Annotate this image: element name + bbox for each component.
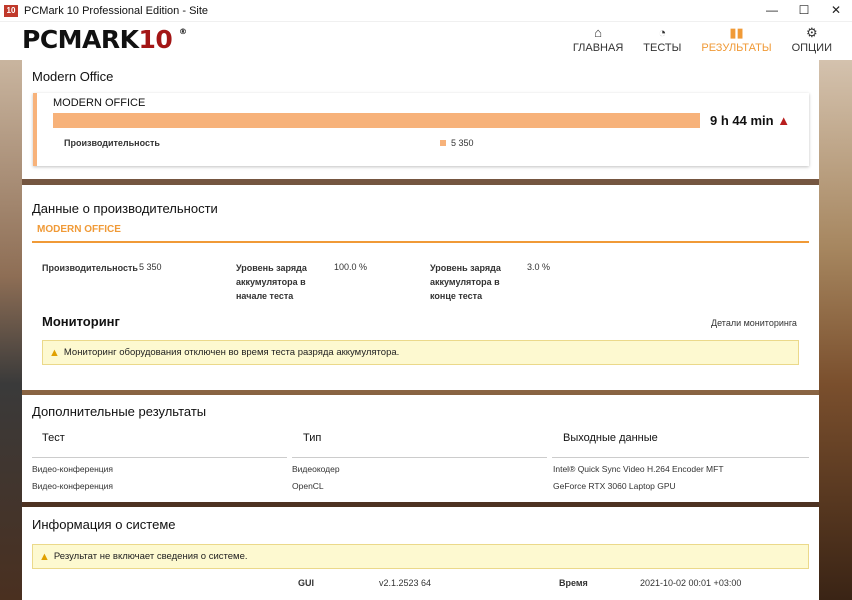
performance-label: Производительность xyxy=(64,138,160,148)
battery-start-value: 100.0 % xyxy=(334,262,368,272)
gui-value: v2.1.2523 64 xyxy=(379,578,432,588)
battery-start-label: Уровень заряда аккумулятора в начале тес… xyxy=(236,263,307,301)
gear-icon: ⚙ xyxy=(805,25,818,40)
app-icon: 10 xyxy=(4,4,18,17)
table-cell: OpenCL xyxy=(292,481,324,491)
nav-tests[interactable]: ◔ ТЕСТЫ xyxy=(643,24,681,54)
logo-number: 10 xyxy=(138,25,173,54)
nav-home[interactable]: ⌂ ГЛАВНАЯ xyxy=(573,24,623,54)
time-value: 2021-10-02 00:01 +03:00 xyxy=(640,578,742,588)
performance-data-panel: Данные о производительности MODERN OFFIC… xyxy=(22,185,819,390)
maximize-button[interactable]: ☐ xyxy=(788,0,820,22)
pcmark-logo: PCMARK10 ® xyxy=(22,25,187,54)
column-divider xyxy=(32,457,287,458)
battery-life-text: 9 h 44 min xyxy=(710,113,774,128)
monitoring-details-link[interactable]: Детали мониторинга xyxy=(711,318,797,328)
table-cell: Видеокодер xyxy=(292,464,340,474)
warning-icon: ▲ xyxy=(39,550,50,563)
gui-label: GUI xyxy=(298,578,315,588)
column-divider xyxy=(292,457,547,458)
column-divider xyxy=(552,457,809,458)
battery-life-bar xyxy=(53,113,700,128)
close-button[interactable]: ✕ xyxy=(820,0,852,22)
performance-data-title: Данные о производительности xyxy=(32,201,218,216)
nav-tests-label: ТЕСТЫ xyxy=(643,42,682,54)
system-info-warning: ▲ Результат не включает сведения о систе… xyxy=(32,544,809,569)
column-header-output: Выходные данные xyxy=(563,432,658,444)
nav-results-label: РЕЗУЛЬТАТЫ xyxy=(701,42,772,54)
minimize-button[interactable]: — xyxy=(756,0,788,22)
time-label: Время xyxy=(559,578,588,588)
monitoring-title: Мониторинг xyxy=(42,314,120,329)
warning-icon[interactable]: ▲ xyxy=(777,113,790,128)
tab-modern-office[interactable]: MODERN OFFICE xyxy=(37,224,121,235)
nav-results[interactable]: ▮▮ РЕЗУЛЬТАТЫ xyxy=(701,24,771,54)
nav-options-label: ОПЦИИ xyxy=(791,42,832,54)
home-icon: ⌂ xyxy=(594,25,602,40)
logo-registered: ® xyxy=(179,27,187,36)
window-controls: — ☐ ✕ xyxy=(756,0,852,22)
background-right-strip xyxy=(819,60,852,600)
window-titlebar: 10 PCMark 10 Professional Edition - Site… xyxy=(0,0,852,22)
table-cell: Intel® Quick Sync Video H.264 Encoder MF… xyxy=(553,464,724,474)
gauge-icon: ◔ xyxy=(658,25,667,40)
nav-options[interactable]: ⚙ ОПЦИИ xyxy=(792,24,832,54)
modern-office-panel: Modern Office MODERN OFFICE 9 h 44 min ▲… xyxy=(22,60,819,179)
legend-square xyxy=(440,140,446,146)
battery-end-label: Уровень заряда аккумулятора в конце тест… xyxy=(430,263,501,301)
monitoring-warning-text: Мониторинг оборудования отключен во врем… xyxy=(63,347,400,358)
additional-results-title: Дополнительные результаты xyxy=(32,404,207,419)
table-cell: Видео-конференция xyxy=(32,464,113,474)
modern-office-card: MODERN OFFICE 9 h 44 min ▲ Производитель… xyxy=(33,93,809,166)
system-info-title: Информация о системе xyxy=(32,517,176,532)
column-header-type: Тип xyxy=(303,432,322,444)
table-cell: Видео-конференция xyxy=(32,481,113,491)
background-left-strip xyxy=(0,60,22,600)
additional-results-panel: Дополнительные результаты Тест Тип Выход… xyxy=(22,395,819,502)
tab-underline xyxy=(32,241,809,243)
system-info-warning-text: Результат не включает сведения о системе… xyxy=(53,551,248,562)
perf-label: Производительность xyxy=(42,263,138,273)
column-header-test: Тест xyxy=(42,432,65,444)
window-title: PCMark 10 Professional Edition - Site xyxy=(24,4,209,17)
monitoring-warning: ▲ Мониторинг оборудования отключен во вр… xyxy=(42,340,799,365)
warning-icon: ▲ xyxy=(49,346,60,359)
perf-value: 5 350 xyxy=(139,262,162,272)
main-nav: ⌂ ГЛАВНАЯ ◔ ТЕСТЫ ▮▮ РЕЗУЛЬТАТЫ ⚙ ОПЦИИ xyxy=(553,24,832,54)
bar-chart-icon: ▮▮ xyxy=(729,25,744,40)
modern-office-title: Modern Office xyxy=(32,69,114,84)
system-info-panel: Информация о системе ▲ Результат не вклю… xyxy=(22,507,819,600)
battery-life-value: 9 h 44 min ▲ xyxy=(710,113,790,128)
nav-home-label: ГЛАВНАЯ xyxy=(572,42,624,54)
battery-end-value: 3.0 % xyxy=(527,262,551,272)
performance-value: 5 350 xyxy=(451,138,474,148)
logo-text: PCMARK xyxy=(22,25,139,54)
app-header: PCMARK10 ® ⌂ ГЛАВНАЯ ◔ ТЕСТЫ ▮▮ РЕЗУЛЬТА… xyxy=(0,22,852,60)
card-title: MODERN OFFICE xyxy=(53,97,146,109)
table-cell: GeForce RTX 3060 Laptop GPU xyxy=(553,481,676,491)
